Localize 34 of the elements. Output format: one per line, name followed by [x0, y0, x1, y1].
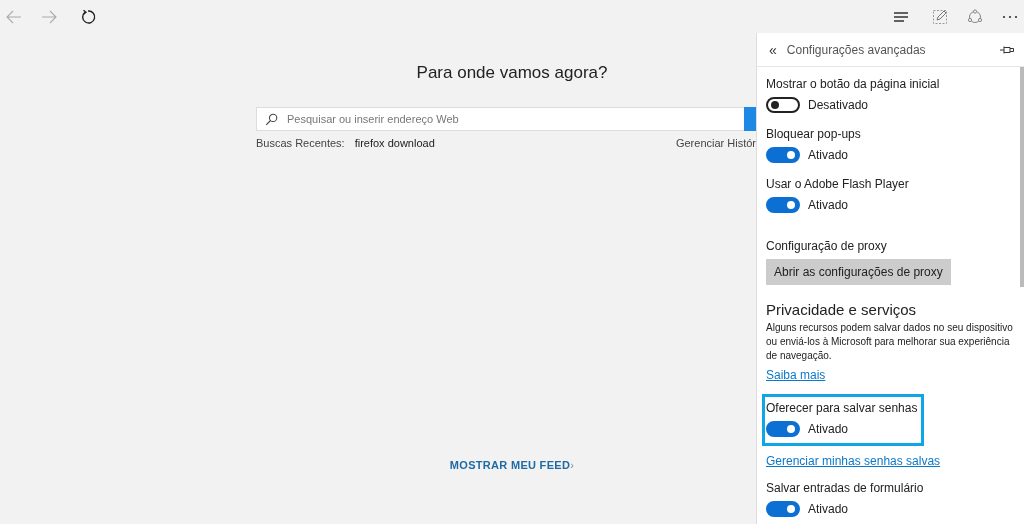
toggle-state: Desativado: [808, 98, 869, 112]
scrollbar[interactable]: [1020, 67, 1024, 287]
proxy-settings-button[interactable]: Abrir as configurações de proxy: [766, 259, 951, 285]
setting-label: Bloquear pop-ups: [766, 127, 862, 141]
show-feed-link[interactable]: MOSTRAR MEU FEED›: [449, 459, 575, 471]
search-icon: [265, 113, 278, 126]
setting-label: Oferecer para salvar senhas: [766, 401, 918, 415]
refresh-icon[interactable]: [80, 8, 96, 25]
toggle-switch[interactable]: [766, 421, 800, 437]
section-heading: Privacidade e serviços: [766, 301, 918, 318]
panel-title: Configurações avançadas: [786, 42, 927, 57]
recent-search-link[interactable]: firefox download: [354, 137, 435, 149]
recent-label: Buscas Recentes:: [256, 137, 345, 149]
pin-icon[interactable]: [1000, 44, 1014, 55]
page-heading: Para onde vamos agora?: [416, 62, 608, 84]
setting-label: Salvar entradas de formulário: [766, 481, 925, 495]
setting-label: Usar o Adobe Flash Player: [766, 177, 910, 191]
section-description: Alguns recursos podem salvar dados no seu dispositivo ou enviá-los à Microsoft para melhorar sua experiência de navegação.: [766, 321, 1014, 363]
toggle-state: Ativado: [808, 502, 849, 516]
toggle-switch[interactable]: [766, 97, 800, 113]
back-button[interactable]: «: [769, 41, 777, 58]
text-link[interactable]: Gerenciar minhas senhas salvas: [766, 454, 941, 468]
toggle-state: Ativado: [808, 198, 849, 212]
share-icon[interactable]: [967, 8, 983, 25]
text-link[interactable]: Saiba mais: [766, 368, 826, 382]
toggle-switch[interactable]: [766, 197, 800, 213]
toggle-switch[interactable]: [766, 147, 800, 163]
toggle-switch[interactable]: [766, 501, 800, 517]
toggle-state: Ativado: [808, 422, 849, 436]
setting-label: Mostrar o botão da página inicial: [766, 77, 941, 91]
search-field[interactable]: Pesquisar ou inserir endereço Web: [256, 107, 744, 131]
setting-label: Configuração de proxy: [766, 239, 888, 253]
toggle-state: Ativado: [808, 148, 849, 162]
manage-history-link[interactable]: Gerenciar Histór: [675, 137, 756, 149]
